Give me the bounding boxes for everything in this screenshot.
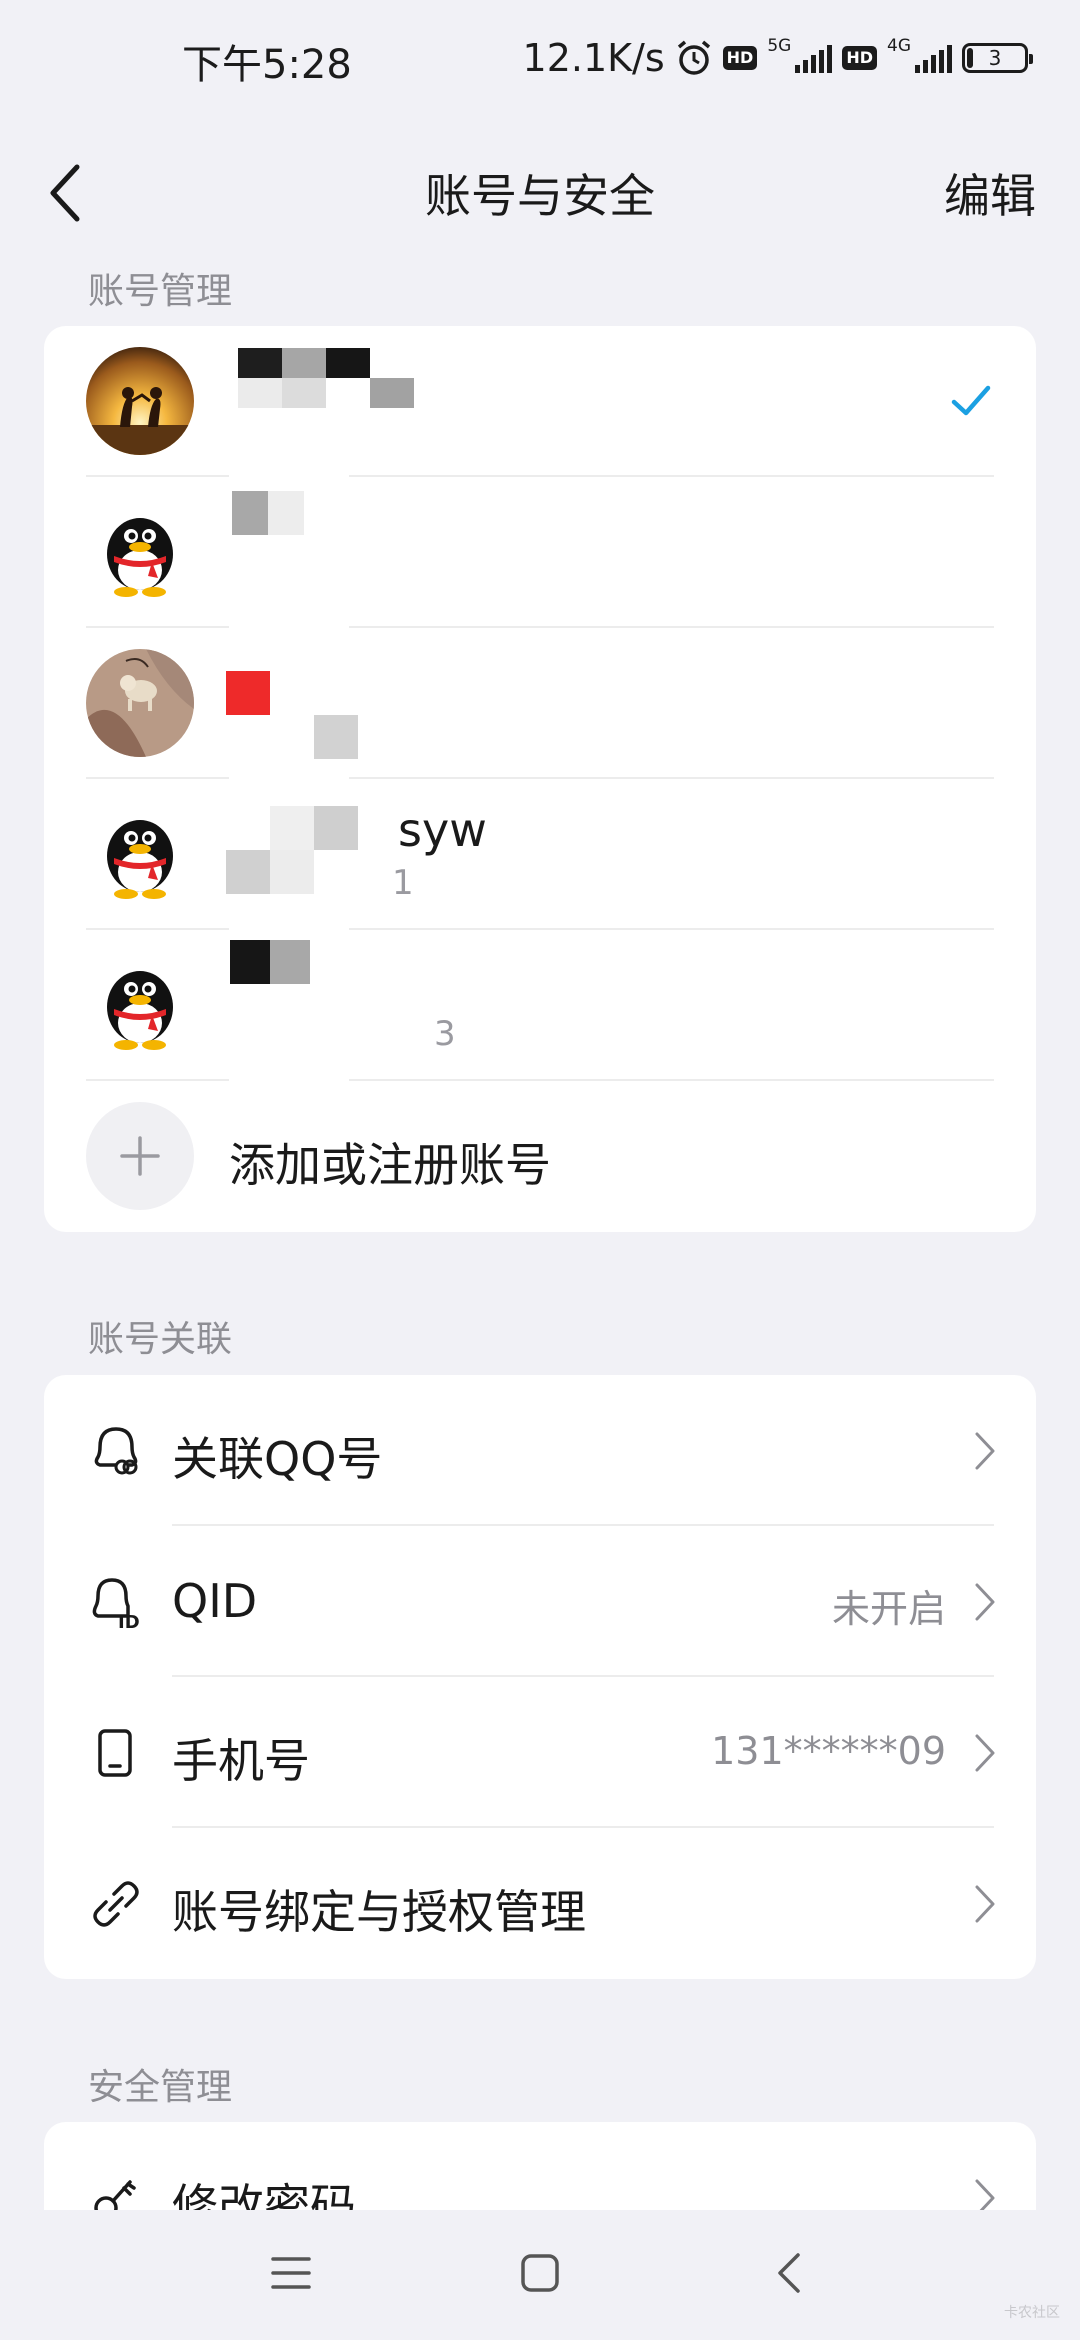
sim2-network: 4G — [887, 36, 911, 56]
qid-row[interactable]: ID QID 未开启 — [44, 1526, 1036, 1677]
sunset-avatar-image — [86, 347, 194, 455]
battery-icon: 3 — [962, 43, 1033, 73]
qid-icon: ID — [92, 1578, 140, 1632]
account-id-suffix: 3 — [434, 1014, 456, 1054]
chevron-right-icon — [975, 1583, 995, 1621]
row-label: 手机号 — [172, 1734, 310, 1788]
account-row[interactable]: 5 — [44, 477, 1036, 628]
section-label-account-link: 账号关联 — [88, 1319, 233, 1360]
dog-avatar-image — [86, 649, 194, 757]
qq-link-icon — [94, 1427, 138, 1475]
row-label: 账号绑定与授权管理 — [172, 1885, 586, 1939]
add-account-label: 添加或注册账号 — [229, 1138, 551, 1192]
net-speed: 12.1K/s — [522, 36, 665, 80]
hd-badge-2: HD — [842, 46, 877, 70]
account-name: syw — [398, 803, 487, 857]
status-bar: 下午5:28 12.1K/s HD 5G HD 4G 3 — [0, 0, 1080, 118]
account-row[interactable]: 3 3 — [44, 930, 1036, 1081]
status-time: 下午5:28 — [182, 42, 352, 88]
alarm-icon — [677, 40, 710, 75]
add-account-row[interactable]: 添加或注册账号 — [44, 1081, 1036, 1232]
row-value: 131******09 — [711, 1729, 946, 1773]
back-triangle-icon — [778, 2253, 800, 2293]
menu-icon — [271, 2257, 311, 2289]
row-label: 关联QQ号 — [172, 1432, 383, 1486]
check-icon — [951, 385, 991, 416]
section-label-security: 安全管理 — [88, 2067, 233, 2108]
account-link-card: 关联QQ号 ID QID 未开启 手机号 131******09 账号绑定与授权… — [44, 1375, 1036, 1979]
hd-badge-1: HD — [722, 46, 758, 70]
recent-apps-button[interactable] — [256, 2238, 326, 2308]
qq-penguin-icon — [86, 498, 194, 606]
qq-penguin-icon — [86, 800, 194, 908]
chevron-right-icon — [975, 1734, 995, 1772]
home-square-icon — [521, 2254, 559, 2292]
nav-header: 账号与安全 编辑 — [0, 118, 1080, 268]
avatar — [86, 347, 194, 455]
watermark: 卡农社区 — [1004, 2305, 1060, 2321]
status-indicators: 12.1K/s HD 5G HD 4G 3 — [522, 30, 1033, 86]
link-qq-row[interactable]: 关联QQ号 — [44, 1375, 1036, 1526]
section-label-account-mgmt: 账号管理 — [88, 271, 233, 312]
avatar — [86, 951, 194, 1059]
svg-text:ID: ID — [118, 1612, 140, 1632]
phone-row[interactable]: 手机号 131******09 — [44, 1677, 1036, 1828]
binding-auth-row[interactable]: 账号绑定与授权管理 — [44, 1828, 1036, 1979]
avatar — [86, 800, 194, 908]
page-title: 账号与安全 — [425, 169, 655, 223]
chevron-right-icon — [975, 1885, 995, 1923]
sim1-network: 5G — [767, 36, 792, 56]
signal-icon-1 — [795, 43, 833, 73]
signal-icon-2 — [915, 43, 952, 73]
accounts-card: 凌 7 5 — [44, 326, 1036, 1232]
system-nav-bar: 卡农社区 — [0, 2210, 1080, 2340]
home-button[interactable] — [505, 2238, 575, 2308]
add-icon — [86, 1102, 194, 1210]
qq-penguin-icon — [86, 951, 194, 1059]
account-row[interactable]: syw 1 — [44, 779, 1036, 930]
account-row[interactable]: 凌 7 — [44, 326, 1036, 477]
system-back-button[interactable] — [754, 2238, 824, 2308]
row-value: 未开启 — [831, 1587, 946, 1631]
avatar — [86, 649, 194, 757]
battery-level: 3 — [988, 46, 1002, 70]
chain-link-icon — [93, 1881, 139, 1927]
row-label: QID — [172, 1574, 258, 1628]
phone-icon — [98, 1729, 132, 1777]
account-id: 1 — [392, 863, 414, 903]
edit-button[interactable]: 编辑 — [944, 160, 1036, 226]
chevron-right-icon — [975, 1432, 995, 1470]
avatar — [86, 498, 194, 606]
account-row[interactable]: 0 — [44, 628, 1036, 779]
